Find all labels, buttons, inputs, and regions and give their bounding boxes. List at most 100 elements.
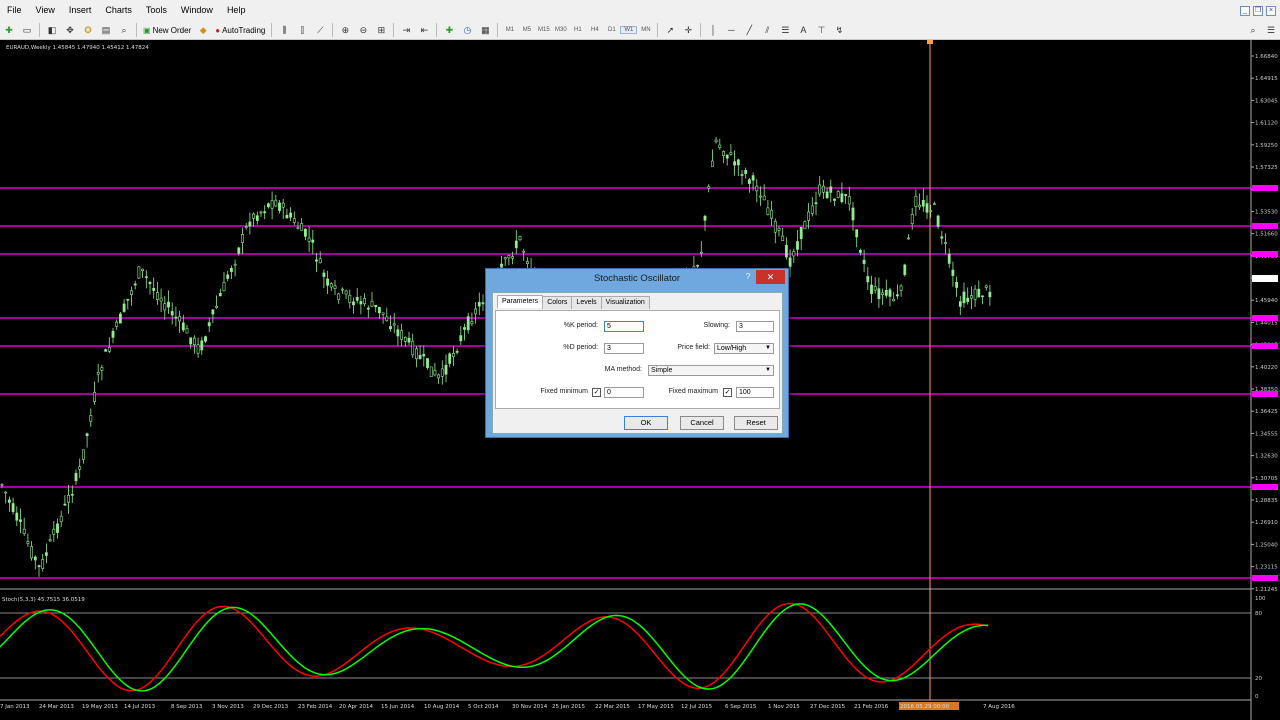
menu-window[interactable]: Window <box>174 0 220 21</box>
cursor-icon[interactable]: ➚ <box>662 23 678 38</box>
candle-body <box>862 259 866 264</box>
candle-body <box>396 329 400 337</box>
profiles-icon[interactable]: ▭ <box>19 23 35 38</box>
date-label: 20 Apr 2014 <box>339 704 374 710</box>
candle-body <box>429 366 433 378</box>
timeframe-mn[interactable]: MN <box>637 27 654 33</box>
tab-parameters[interactable]: Parameters <box>497 295 544 308</box>
ma-method-select[interactable]: Simple ▼ <box>648 365 774 376</box>
periods-icon[interactable]: ◷ <box>459 23 475 38</box>
tab-visualization[interactable]: Visualization <box>600 296 650 309</box>
crosshair-icon[interactable]: ✛ <box>680 23 696 38</box>
data-window-icon[interactable]: ✥ <box>62 23 78 38</box>
osc-level-label: 20 <box>1255 676 1262 682</box>
fixed-max-input[interactable]: 100 <box>736 387 774 398</box>
menu-file[interactable]: File <box>0 0 29 21</box>
candle-body <box>955 281 959 288</box>
menu-view[interactable]: View <box>29 0 62 21</box>
menu-tools[interactable]: Tools <box>139 0 174 21</box>
menu-insert[interactable]: Insert <box>62 0 99 21</box>
tab-levels[interactable]: Levels <box>571 296 602 309</box>
candlestick-icon[interactable]: ⫿ <box>294 23 310 38</box>
menu-charts[interactable]: Charts <box>98 0 139 21</box>
level-price-tag <box>1252 251 1278 257</box>
new-chart-icon[interactable]: ✚ <box>1 23 17 38</box>
price-label: 1.53530 <box>1255 209 1278 215</box>
chart-shift-icon[interactable]: ⇥ <box>398 23 414 38</box>
autotrading-button[interactable]: ● AutoTrading <box>212 26 268 35</box>
candle-body <box>311 239 315 243</box>
candle-body <box>252 213 256 219</box>
zoom-out-icon[interactable]: ⊖ <box>355 23 371 38</box>
indicators-icon[interactable]: ✚ <box>441 23 457 38</box>
candle-body <box>736 159 740 166</box>
bar-chart-icon[interactable]: ⫼ <box>276 23 292 38</box>
arrows-icon[interactable]: ↯ <box>831 23 847 38</box>
text-icon[interactable]: A <box>795 23 811 38</box>
dialog-tabs: Parameters Colors Levels Visualization <box>497 295 650 309</box>
fixed-min-checkbox[interactable]: ✓ <box>592 388 601 397</box>
fibonacci-icon[interactable]: ☰ <box>777 23 793 38</box>
label-icon[interactable]: ⊤ <box>813 23 829 38</box>
channel-icon[interactable]: ⫽ <box>759 23 775 38</box>
navigator-icon[interactable]: ✪ <box>80 23 96 38</box>
tab-colors[interactable]: Colors <box>542 296 573 309</box>
timeframe-d1[interactable]: D1 <box>603 27 620 33</box>
new-order-button[interactable]: ▣ New Order <box>140 26 194 35</box>
search-icon[interactable]: ⌕ <box>1245 23 1261 38</box>
horizontal-line-icon[interactable]: ─ <box>723 23 739 38</box>
reset-button[interactable]: Reset <box>734 416 778 430</box>
candle-body <box>266 203 270 208</box>
candle-body <box>511 256 515 259</box>
minimize-icon[interactable]: _ <box>1240 6 1250 16</box>
dialog-close-button[interactable]: ✕ <box>756 270 785 284</box>
candle-body <box>958 301 962 307</box>
candle-body <box>463 327 466 330</box>
timeframe-m5[interactable]: M5 <box>518 27 535 33</box>
help-icon[interactable]: ? <box>741 272 755 281</box>
cancel-button[interactable]: Cancel <box>680 416 724 430</box>
chat-icon[interactable]: ☰ <box>1263 23 1279 38</box>
terminal-icon[interactable]: ▤ <box>98 23 114 38</box>
close-icon[interactable]: × <box>1266 6 1276 16</box>
candle-body <box>337 293 341 300</box>
market-watch-icon[interactable]: ◧ <box>44 23 60 38</box>
timeframe-h4[interactable]: H4 <box>586 27 603 33</box>
fixed-min-input[interactable]: 0 <box>604 387 644 398</box>
candle-body <box>0 484 4 486</box>
toolbar: ✚ ▭ ◧ ✥ ✪ ▤ ⌕ ▣ New Order ◆ ● AutoTrading … <box>0 21 1280 40</box>
metaeditor-icon[interactable]: ◆ <box>195 23 211 38</box>
timeframe-h1[interactable]: H1 <box>569 27 586 33</box>
candle-body <box>200 340 204 351</box>
zoom-in-icon[interactable]: ⊕ <box>337 23 353 38</box>
candle-body <box>947 253 951 264</box>
k-period-input[interactable]: 5 <box>604 321 644 332</box>
fixed-max-checkbox[interactable]: ✓ <box>723 388 732 397</box>
slowing-input[interactable]: 3 <box>736 321 774 332</box>
line-chart-icon[interactable]: ⟋ <box>312 23 328 38</box>
tile-windows-icon[interactable]: ⊞ <box>373 23 389 38</box>
candle-body <box>11 503 15 512</box>
timeframe-m1[interactable]: M1 <box>501 27 518 33</box>
menu-help[interactable]: Help <box>220 0 253 21</box>
timeframe-m30[interactable]: M30 <box>552 27 569 33</box>
tester-icon[interactable]: ⌕ <box>116 23 132 38</box>
candle-body <box>525 261 529 265</box>
candle-body <box>759 195 762 198</box>
autoscroll-icon[interactable]: ⇤ <box>416 23 432 38</box>
d-period-input[interactable]: 3 <box>604 343 644 354</box>
candle-body <box>925 203 929 213</box>
date-label: 17 May 2015 <box>638 704 674 710</box>
timeframe-w1[interactable]: W1 <box>620 26 638 34</box>
trendline-icon[interactable]: ╱ <box>741 23 757 38</box>
ok-button[interactable]: OK <box>624 416 668 430</box>
templates-icon[interactable]: ▦ <box>477 23 493 38</box>
vertical-line-icon[interactable]: │ <box>705 23 721 38</box>
menu-bar: File View Insert Charts Tools Window Hel… <box>0 0 1280 21</box>
candle-body <box>15 512 19 521</box>
timeframe-m15[interactable]: M15 <box>535 27 552 33</box>
restore-icon[interactable]: ❐ <box>1253 6 1263 16</box>
price-field-select[interactable]: Low/High ▼ <box>714 343 774 354</box>
candle-body <box>167 301 170 308</box>
candle-body <box>270 200 274 209</box>
